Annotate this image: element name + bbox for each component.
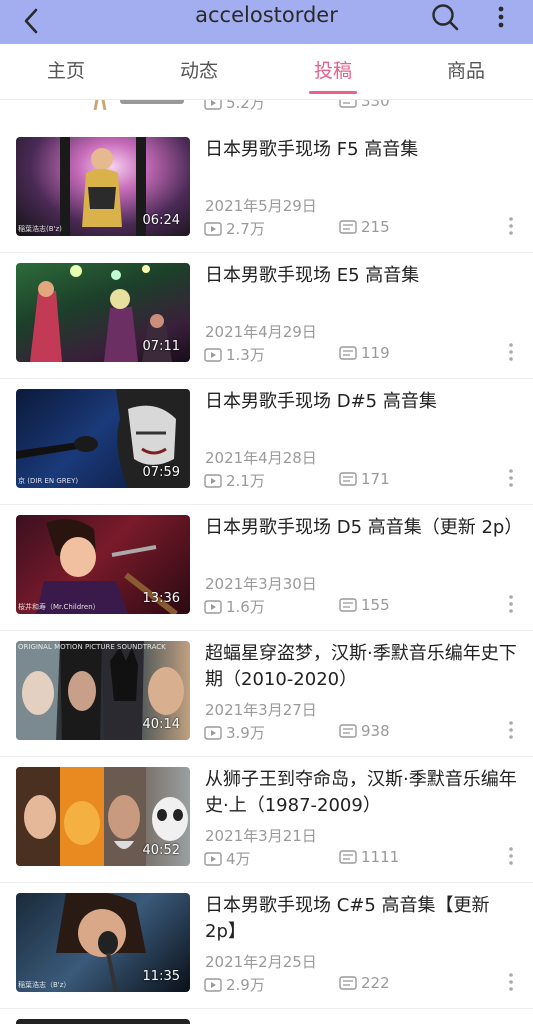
play-count-icon [204, 347, 222, 362]
video-thumbnail [120, 100, 184, 104]
tab-products[interactable]: 商品 [426, 44, 506, 100]
video-title[interactable]: 超蝠星穿盗梦，汉斯·季默音乐编年史下期（2010-2020） [205, 641, 525, 693]
view-count: 2.9万 [204, 974, 265, 995]
play-count-icon [204, 221, 222, 236]
active-tab-indicator [309, 91, 357, 94]
item-more-icon[interactable] [506, 100, 516, 106]
video-thumbnail[interactable]: ORIGINAL MOTION PICTURE SOUNDTRACK 40:14 [16, 641, 190, 740]
video-thumbnail[interactable]: 稲葉浩志(B'z) 06:24 [16, 137, 190, 236]
play-count-icon [204, 725, 222, 740]
danmaku-icon [339, 220, 357, 234]
item-more-icon[interactable] [506, 215, 516, 237]
tab-dynamics[interactable]: 动态 [159, 44, 239, 100]
view-count: 1.6万 [204, 596, 265, 617]
video-thumbnail[interactable]: 40:52 [16, 767, 190, 866]
item-more-icon[interactable] [506, 467, 516, 489]
play-count-icon [204, 851, 222, 866]
more-options-icon[interactable] [494, 4, 508, 32]
video-title[interactable]: 日本男歌手现场 D5 高音集（更新 2p） [205, 515, 525, 541]
view-count: 1.3万 [204, 344, 265, 365]
danmaku-count: 215 [339, 218, 390, 236]
search-icon[interactable] [430, 2, 460, 32]
video-thumbnail-partial [16, 1019, 190, 1024]
video-thumbnail[interactable]: 京 (DIR EN GREY) 07:59 [16, 389, 190, 488]
danmaku-count: 222 [339, 974, 390, 992]
video-title[interactable]: 日本男歌手现场 F5 高音集 [205, 137, 525, 163]
danmaku-count: 119 [339, 344, 390, 362]
play-count-icon [204, 977, 222, 992]
danmaku-icon [339, 724, 357, 738]
danmaku-icon [339, 976, 357, 990]
video-date: 2021年5月29日 [205, 197, 317, 215]
item-more-icon[interactable] [506, 971, 516, 993]
video-item[interactable]: 京 (DIR EN GREY) 07:59 日本男歌手现场 D#5 高音集 20… [0, 379, 533, 505]
play-count-icon [204, 473, 222, 488]
video-date: 2021年3月21日 [205, 827, 317, 845]
tab-submissions[interactable]: 投稿 [293, 44, 373, 100]
video-date: 2021年3月27日 [205, 701, 317, 719]
view-count: 2.1万 [204, 470, 265, 491]
play-count-icon [204, 100, 222, 110]
video-duration: 11:35 [142, 969, 180, 984]
video-date: 2021年4月28日 [205, 449, 317, 467]
view-count: 4万 [204, 848, 251, 869]
item-more-icon[interactable] [506, 719, 516, 741]
video-item-partial[interactable]: 5.2万 330 [0, 100, 533, 118]
danmaku-count: 938 [339, 722, 390, 740]
video-item[interactable]: 桜井和寿（Mr.Children） 13:36 日本男歌手现场 D5 高音集（更… [0, 505, 533, 631]
view-count: 3.9万 [204, 722, 265, 743]
video-list[interactable]: 5.2万 330 稲葉浩志(B'z) 06:24 日本男歌手现场 F5 高音集 … [0, 100, 533, 1024]
video-item[interactable]: 稲葉浩志(B'z) 06:24 日本男歌手现场 F5 高音集 2021年5月29… [0, 127, 533, 253]
item-more-icon[interactable] [506, 845, 516, 867]
danmaku-icon [339, 346, 357, 360]
item-more-icon[interactable] [506, 593, 516, 615]
video-date: 2021年2月25日 [205, 953, 317, 971]
danmaku-count: 155 [339, 596, 390, 614]
video-thumbnail-figure [92, 100, 108, 111]
video-duration: 07:59 [142, 465, 180, 480]
video-title[interactable]: 日本男歌手现场 D#5 高音集 [205, 389, 525, 415]
danmaku-icon [339, 472, 357, 486]
video-title[interactable]: 日本男歌手现场 E5 高音集 [205, 263, 525, 289]
video-item[interactable]: ORIGINAL MOTION PICTURE SOUNDTRACK 40:14… [0, 631, 533, 757]
video-item[interactable]: 40:52 从狮子王到夺命岛，汉斯·季默音乐编年史·上（1987-2009） 2… [0, 757, 533, 883]
play-count-icon [204, 599, 222, 614]
tab-home[interactable]: 主页 [26, 44, 106, 100]
top-bar: accelostorder [0, 0, 533, 44]
video-item[interactable]: 稲葉浩志（B'z） 11:35 日本男歌手现场 C#5 高音集【更新 2p】 2… [0, 883, 533, 1009]
video-duration: 40:14 [142, 717, 180, 732]
video-duration: 40:52 [142, 843, 180, 858]
danmaku-icon [339, 850, 357, 864]
view-count: 2.7万 [204, 218, 265, 239]
danmaku-count: 330 [339, 100, 390, 110]
tab-bar: 主页 动态 投稿 商品 [0, 44, 533, 100]
danmaku-icon [339, 598, 357, 612]
video-thumbnail[interactable]: 07:11 [16, 263, 190, 362]
video-date: 2021年4月29日 [205, 323, 317, 341]
video-duration: 13:36 [142, 591, 180, 606]
video-thumbnail[interactable]: 稲葉浩志（B'z） 11:35 [16, 893, 190, 992]
video-date: 2021年3月30日 [205, 575, 317, 593]
video-thumbnail[interactable]: 桜井和寿（Mr.Children） 13:36 [16, 515, 190, 614]
video-duration: 06:24 [142, 213, 180, 228]
video-item[interactable]: 07:11 日本男歌手现场 E5 高音集 2021年4月29日 1.3万 119 [0, 253, 533, 379]
video-duration: 07:11 [142, 339, 180, 354]
view-count: 5.2万 [204, 100, 265, 113]
item-more-icon[interactable] [506, 341, 516, 363]
video-title[interactable]: 日本男歌手现场 C#5 高音集【更新 2p】 [205, 893, 525, 945]
danmaku-count: 1111 [339, 848, 399, 866]
video-title[interactable]: 从狮子王到夺命岛，汉斯·季默音乐编年史·上（1987-2009） [205, 767, 525, 819]
danmaku-icon [339, 100, 357, 108]
danmaku-count: 171 [339, 470, 390, 488]
